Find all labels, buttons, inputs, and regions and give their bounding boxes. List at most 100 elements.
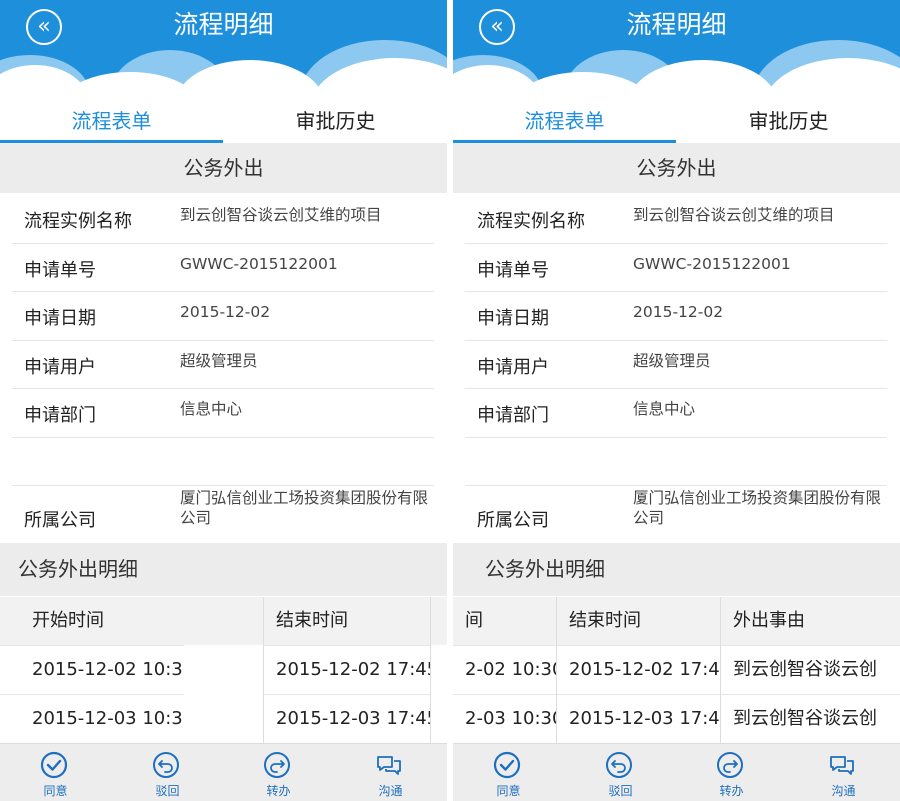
tab-bar: 流程表单 审批历史 xyxy=(453,100,900,142)
detail-title-text: 公务外出明细 xyxy=(18,557,138,581)
detail-section-title: 公务外出明细 xyxy=(453,543,900,596)
page-title: 流程明细 xyxy=(173,10,274,39)
field-value: 超级管理员 xyxy=(633,351,711,370)
transfer-button[interactable]: 转办 xyxy=(676,744,787,801)
field-label: 申请用户 xyxy=(477,356,549,378)
field-label: 申请用户 xyxy=(24,356,96,378)
form-row-empty xyxy=(465,438,887,486)
form-row-company: 所属公司 厦门弘信创业工场投资集团股份有限公司 xyxy=(12,486,434,541)
form-section-title: 公务外出 xyxy=(453,143,900,193)
field-label: 申请单号 xyxy=(477,259,549,281)
undo-circle-icon xyxy=(153,752,179,778)
form-row-date: 申请日期 2015-12-02 xyxy=(12,292,434,341)
reject-label: 驳回 xyxy=(608,784,633,798)
tab-process-form[interactable]: 流程表单 xyxy=(0,100,223,142)
screen-left: « 流程明细 流程表单 审批历史 公务外出 流程实例名称 到云创智谷谈云创艾维的… xyxy=(0,0,447,801)
agree-button[interactable]: 同意 xyxy=(453,744,564,801)
field-label: 申请单号 xyxy=(24,259,96,281)
transfer-label: 转办 xyxy=(266,784,291,798)
undo-circle-icon xyxy=(606,752,632,778)
column-header-reason: 外出事由 xyxy=(721,597,900,645)
reject-button[interactable]: 驳回 xyxy=(565,744,676,801)
form-row-department: 申请部门 信息中心 xyxy=(12,389,434,438)
field-label: 申请部门 xyxy=(477,405,549,426)
table-cell: 2015-12-02 17:45 xyxy=(557,645,721,693)
tab-approval-history[interactable]: 审批历史 xyxy=(224,100,447,142)
agree-label: 同意 xyxy=(43,784,68,798)
form-row-date: 申请日期 2015-12-02 xyxy=(465,292,887,341)
field-label: 所属公司 xyxy=(477,510,549,531)
detail-section-title: 公务外出明细 xyxy=(0,543,447,596)
tab-process-form[interactable]: 流程表单 xyxy=(453,100,676,142)
field-label: 流程实例名称 xyxy=(24,211,132,232)
form-row-user: 申请用户 超级管理员 xyxy=(12,341,434,389)
field-label: 申请日期 xyxy=(24,308,96,329)
form-section-title: 公务外出 xyxy=(0,143,447,193)
agree-label: 同意 xyxy=(496,784,521,798)
column-header-start: 开始时间 xyxy=(0,597,264,645)
column-divider xyxy=(430,597,431,743)
page-title: 流程明细 xyxy=(626,10,727,39)
field-label: 所属公司 xyxy=(24,510,96,531)
column-divider xyxy=(556,597,557,743)
field-value: 2015-12-02 xyxy=(633,303,724,321)
form-row-empty xyxy=(12,438,434,486)
field-value: 到云创智谷谈云创艾维的项目 xyxy=(180,206,382,224)
table-cell: 2015-12-03 10:30 xyxy=(0,694,184,742)
field-value: 到云创智谷谈云创艾维的项目 xyxy=(633,206,835,224)
transfer-label: 转办 xyxy=(719,784,744,798)
field-value: 厦门弘信创业工场投资集团股份有限公司 xyxy=(180,489,429,527)
tab-bar: 流程表单 审批历史 xyxy=(0,100,447,142)
reject-label: 驳回 xyxy=(155,784,180,798)
field-value: 信息中心 xyxy=(180,400,243,418)
detail-table-scrolled[interactable]: 间 结束时间 外出事由 2-02 10:30 2015-12-02 17:45 … xyxy=(453,597,900,743)
column-header-start: 间 xyxy=(453,597,557,645)
field-label: 流程实例名称 xyxy=(477,211,585,232)
communicate-button[interactable]: 沟通 xyxy=(335,744,446,801)
forward-circle-icon xyxy=(264,752,290,778)
tab-approval-history[interactable]: 审批历史 xyxy=(677,100,900,142)
table-cell: 到云创智谷谈云创 xyxy=(721,694,900,742)
table-cell: 到云创智谷谈云创 xyxy=(721,645,900,693)
field-value: 2015-12-02 xyxy=(180,303,271,321)
table-cell: 2-02 10:30 xyxy=(453,645,557,693)
form-row-instance-name: 流程实例名称 到云创智谷谈云创艾维的项目 xyxy=(12,195,434,244)
field-value: 超级管理员 xyxy=(180,351,258,370)
column-divider xyxy=(720,597,721,743)
form-fields: 流程实例名称 到云创智谷谈云创艾维的项目 申请单号 GWWC-201512200… xyxy=(465,195,887,541)
agree-button[interactable]: 同意 xyxy=(0,744,111,801)
screen-right: « 流程明细 流程表单 审批历史 公务外出 流程实例名称 到云创智谷谈云创艾维的… xyxy=(453,0,900,801)
communicate-button[interactable]: 沟通 xyxy=(788,744,899,801)
check-circle-icon xyxy=(493,751,521,779)
form-fields: 流程实例名称 到云创智谷谈云创艾维的项目 申请单号 GWWC-201512200… xyxy=(12,195,434,541)
form-row-order-number: 申请单号 GWWC-2015122001 xyxy=(12,244,434,292)
communicate-label: 沟通 xyxy=(831,784,856,798)
table-cell: 2015-12-02 10:30 xyxy=(0,645,184,693)
form-row-instance-name: 流程实例名称 到云创智谷谈云创艾维的项目 xyxy=(465,195,887,244)
forward-circle-icon xyxy=(717,752,743,778)
column-divider xyxy=(263,597,264,743)
chat-bubbles-icon xyxy=(377,756,401,775)
detail-table[interactable]: 开始时间 结束时间 2015-12-02 10:30 2015-12-02 17… xyxy=(0,597,447,743)
field-label: 申请日期 xyxy=(477,308,549,329)
table-cell: 2015-12-03 17:45 xyxy=(557,694,721,742)
table-cell: 2015-12-02 17:45 xyxy=(264,645,430,693)
transfer-button[interactable]: 转办 xyxy=(223,744,334,801)
field-label: 申请部门 xyxy=(24,405,96,426)
field-value: 厦门弘信创业工场投资集团股份有限公司 xyxy=(633,489,882,527)
detail-title-text: 公务外出明细 xyxy=(485,557,605,581)
check-circle-icon xyxy=(40,751,68,779)
form-row-company: 所属公司 厦门弘信创业工场投资集团股份有限公司 xyxy=(465,486,887,541)
form-row-order-number: 申请单号 GWWC-2015122001 xyxy=(465,244,887,292)
column-header-end: 结束时间 xyxy=(557,597,721,645)
communicate-label: 沟通 xyxy=(378,784,403,798)
form-row-department: 申请部门 信息中心 xyxy=(465,389,887,438)
field-value: GWWC-2015122001 xyxy=(180,254,338,273)
column-header-end: 结束时间 xyxy=(264,597,447,645)
action-bar: 同意 驳回 转办 沟通 xyxy=(453,743,900,801)
table-cell: 2015-12-03 17:45 xyxy=(264,694,430,742)
header: « 流程明细 xyxy=(453,0,900,100)
header: « 流程明细 xyxy=(0,0,447,100)
table-cell: 2-03 10:30 xyxy=(453,694,557,742)
reject-button[interactable]: 驳回 xyxy=(112,744,223,801)
